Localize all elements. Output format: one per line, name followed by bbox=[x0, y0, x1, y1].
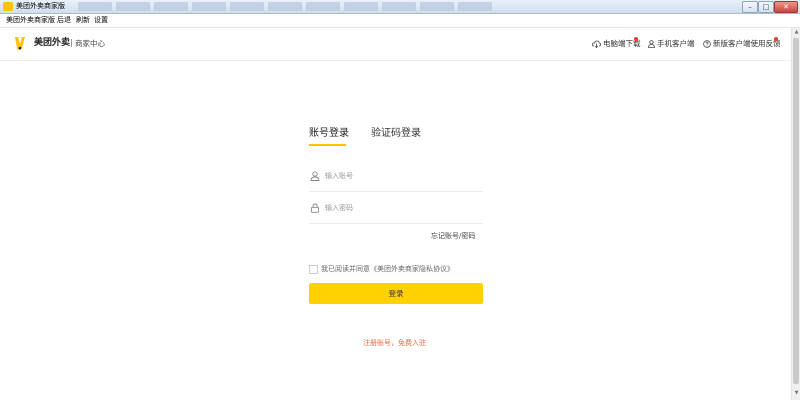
user-icon bbox=[310, 171, 320, 181]
register-link[interactable]: 注册账号，免费入驻 bbox=[363, 338, 426, 348]
titlebar-blurred-area bbox=[78, 2, 548, 11]
active-tab-indicator bbox=[309, 144, 346, 146]
scroll-up-arrow-icon[interactable]: ▲ bbox=[793, 29, 800, 36]
app-header: 美团外卖 商家中心 电脑端下载 手机客户端 新版客户端使用反馈 bbox=[0, 28, 792, 61]
agreement-text[interactable]: 我已阅读并同意《美团外卖商家隐私协议》 bbox=[321, 264, 454, 274]
menu-item-settings[interactable]: 设置 bbox=[94, 14, 108, 27]
brand-name: 美团外卖 bbox=[34, 38, 71, 48]
close-button[interactable]: ✕ bbox=[774, 1, 798, 13]
menu-item-back[interactable]: 后退 bbox=[57, 14, 71, 27]
vertical-scrollbar[interactable]: ▲ ▼ bbox=[791, 28, 800, 400]
tab-sms-login[interactable]: 验证码登录 bbox=[371, 127, 421, 141]
pc-download-notice-dot bbox=[634, 37, 638, 41]
menu-item-refresh[interactable]: 刷新 bbox=[76, 14, 90, 27]
app-icon bbox=[3, 2, 13, 11]
password-input-underline bbox=[309, 223, 483, 224]
forgot-password-link[interactable]: 忘记账号/密码 bbox=[431, 231, 475, 241]
minimize-button[interactable]: – bbox=[742, 1, 758, 13]
menu-bar: 美团外卖商家版 后退 刷新 设置 bbox=[0, 14, 800, 28]
lock-icon bbox=[311, 203, 319, 213]
agreement-checkbox[interactable] bbox=[309, 265, 318, 274]
brand-subtitle: 商家中心 bbox=[75, 39, 105, 48]
feedback-link[interactable]: 新版客户端使用反馈 bbox=[703, 38, 781, 49]
account-input[interactable] bbox=[325, 169, 483, 183]
brand-divider bbox=[71, 39, 72, 47]
feedback-notice-dot bbox=[774, 37, 778, 41]
account-input-underline bbox=[309, 191, 483, 192]
login-button[interactable]: 登录 bbox=[309, 283, 483, 304]
meituan-logo-icon bbox=[15, 37, 25, 50]
maximize-button[interactable]: □ bbox=[758, 1, 774, 13]
tab-account-login[interactable]: 账号登录 bbox=[309, 127, 349, 141]
scroll-down-arrow-icon[interactable]: ▼ bbox=[793, 390, 800, 397]
password-input[interactable] bbox=[325, 201, 483, 215]
cloud-download-icon bbox=[592, 40, 601, 48]
mobile-client-label: 手机客户端 bbox=[657, 39, 695, 48]
window-title: 美团外卖商家版 bbox=[16, 2, 65, 10]
menu-item-app[interactable]: 美团外卖商家版 bbox=[6, 14, 55, 27]
feedback-label: 新版客户端使用反馈 bbox=[713, 39, 781, 48]
help-circle-icon bbox=[703, 39, 711, 48]
user-icon bbox=[648, 39, 655, 48]
scrollbar-thumb[interactable] bbox=[793, 38, 799, 384]
window-titlebar: 美团外卖商家版 – □ ✕ bbox=[0, 0, 800, 14]
mobile-client-link[interactable]: 手机客户端 bbox=[648, 38, 695, 49]
